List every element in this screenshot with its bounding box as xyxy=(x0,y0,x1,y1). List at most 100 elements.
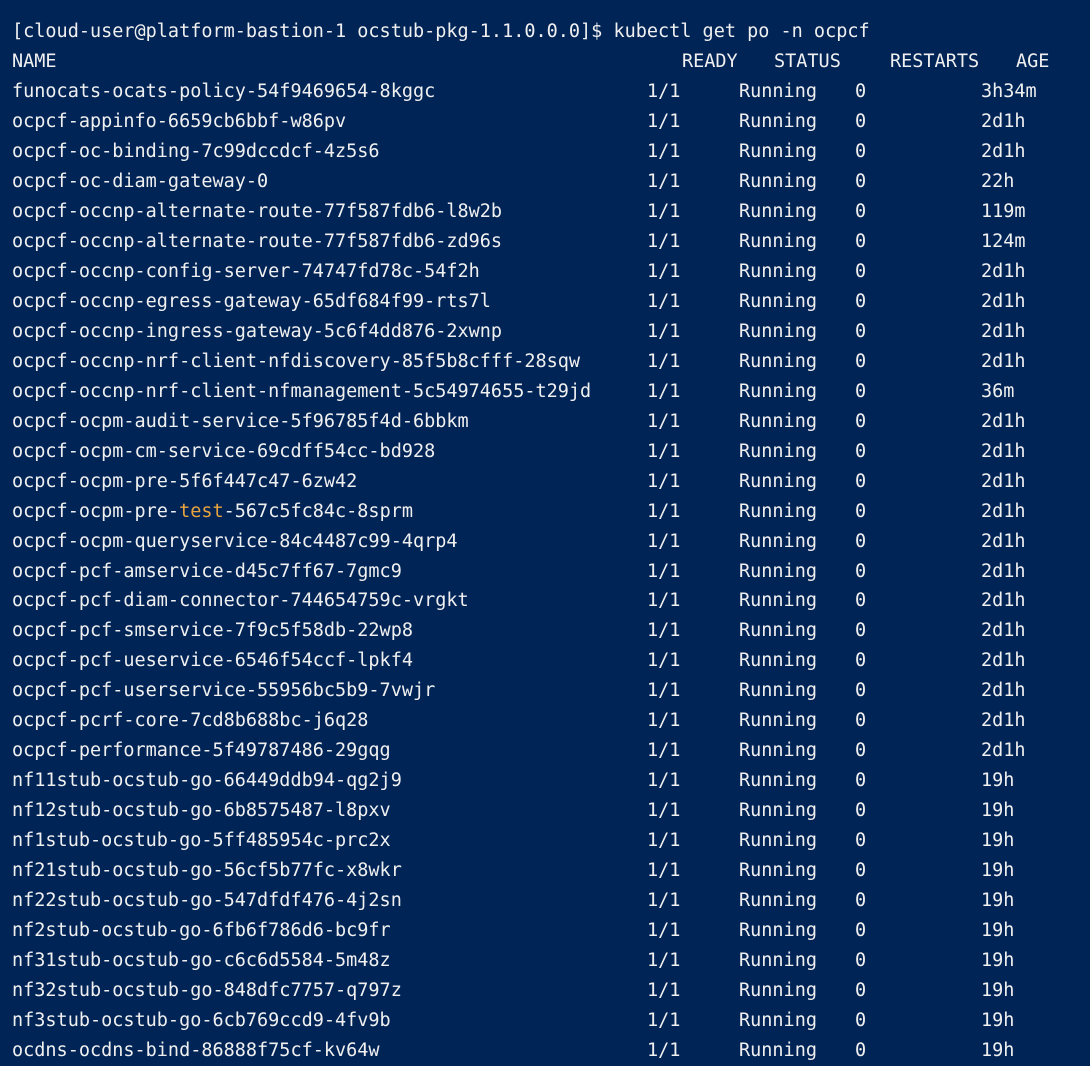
pod-status: Running xyxy=(739,81,817,102)
pod-ready: 1/1 xyxy=(647,770,681,791)
pod-status: Running xyxy=(739,860,817,881)
pod-status: Running xyxy=(739,800,817,821)
pod-status: Running xyxy=(739,561,817,582)
pod-ready: 1/1 xyxy=(647,590,681,611)
pod-ready: 1/1 xyxy=(647,830,681,851)
pod-age: 2d1h xyxy=(981,590,1026,611)
pod-status: Running xyxy=(739,441,817,462)
pod-name: funocats-ocats-policy-54f9469654-8kggc xyxy=(12,81,436,102)
pod-age: 124m xyxy=(981,231,1026,252)
pod-name: ocpcf-ocpm-cm-service-69cdff54cc-bd928 xyxy=(12,441,436,462)
pod-name: nf12stub-ocstub-go-6b8575487-l8pxv xyxy=(12,800,391,821)
pod-restarts: 0 xyxy=(855,590,867,611)
pod-ready: 1/1 xyxy=(647,381,681,402)
pod-status: Running xyxy=(739,890,817,911)
pod-status: Running xyxy=(739,950,817,971)
pod-name: nf11stub-ocstub-go-66449ddb94-qg2j9 xyxy=(12,770,402,791)
pod-ready: 1/1 xyxy=(647,740,681,761)
pod-ready: 1/1 xyxy=(647,171,681,192)
pod-name: ocpcf-ocpm-pre-test-567c5fc84c-8sprm xyxy=(12,497,413,527)
pod-name: ocpcf-occnp-egress-gateway-65df684f99-rt… xyxy=(12,291,491,312)
pod-restarts: 0 xyxy=(855,620,867,641)
pod-restarts: 0 xyxy=(855,650,867,671)
pod-ready: 1/1 xyxy=(647,261,681,282)
pod-status: Running xyxy=(739,1010,817,1031)
pod-status: Running xyxy=(739,201,817,222)
pod-age: 2d1h xyxy=(981,111,1026,132)
pod-age: 19h xyxy=(981,830,1015,851)
pod-name: ocpcf-occnp-nrf-client-nfdiscovery-85f5b… xyxy=(12,351,581,372)
pod-status: Running xyxy=(739,501,817,522)
pod-age: 2d1h xyxy=(981,680,1026,701)
pod-ready: 1/1 xyxy=(647,81,681,102)
header-name: NAME xyxy=(12,51,57,72)
pod-age: 19h xyxy=(981,860,1015,881)
pod-ready: 1/1 xyxy=(647,321,681,342)
terminal-window[interactable]: [cloud-user@platform-bastion-1 ocstub-pk… xyxy=(0,0,1090,1066)
pod-status: Running xyxy=(739,291,817,312)
pod-age: 19h xyxy=(981,920,1015,941)
pod-restarts: 0 xyxy=(855,171,867,192)
pod-ready: 1/1 xyxy=(647,471,681,492)
pod-age: 2d1h xyxy=(981,261,1026,282)
pod-age: 2d1h xyxy=(981,351,1026,372)
pod-age: 2d1h xyxy=(981,441,1026,462)
pod-restarts: 0 xyxy=(855,1040,867,1061)
pod-restarts: 0 xyxy=(855,201,867,222)
pod-status: Running xyxy=(739,381,817,402)
header-age: AGE xyxy=(1016,51,1050,72)
command-prompt: [cloud-user@platform-bastion-1 ocstub-pk… xyxy=(0,17,870,47)
pod-ready: 1/1 xyxy=(647,201,681,222)
pod-age: 36m xyxy=(981,381,1015,402)
pod-name-highlight: test xyxy=(179,501,224,522)
pod-status: Running xyxy=(739,231,817,252)
pod-ready: 1/1 xyxy=(647,620,681,641)
pod-name: ocpcf-occnp-ingress-gateway-5c6f4dd876-2… xyxy=(12,321,503,342)
pod-ready: 1/1 xyxy=(647,950,681,971)
pod-name: nf2stub-ocstub-go-6fb6f786d6-bc9fr xyxy=(12,920,391,941)
pod-age: 2d1h xyxy=(981,531,1026,552)
pod-name: ocpcf-ocpm-pre-5f6f447c47-6zw42 xyxy=(12,471,358,492)
pod-name: ocpcf-pcf-amservice-d45c7ff67-7gmc9 xyxy=(12,561,402,582)
pod-status: Running xyxy=(739,650,817,671)
pod-name: ocpcf-performance-5f49787486-29gqg xyxy=(12,740,391,761)
pod-status: Running xyxy=(739,531,817,552)
pod-restarts: 0 xyxy=(855,950,867,971)
pod-ready: 1/1 xyxy=(647,1040,681,1061)
pod-ready: 1/1 xyxy=(647,531,681,552)
pod-restarts: 0 xyxy=(855,471,867,492)
pod-ready: 1/1 xyxy=(647,411,681,432)
pod-name: ocpcf-pcf-smservice-7f9c5f58db-22wp8 xyxy=(12,620,413,641)
pod-status: Running xyxy=(739,321,817,342)
pod-status: Running xyxy=(739,980,817,1001)
pod-name-part: -567c5fc84c-8sprm xyxy=(223,501,413,522)
pod-name: ocpcf-pcf-ueservice-6546f54ccf-lpkf4 xyxy=(12,650,413,671)
pod-age: 19h xyxy=(981,800,1015,821)
pod-ready: 1/1 xyxy=(647,890,681,911)
pod-ready: 1/1 xyxy=(647,561,681,582)
pod-restarts: 0 xyxy=(855,111,867,132)
pod-name: ocpcf-occnp-alternate-route-77f587fdb6-z… xyxy=(12,231,503,252)
pod-age: 2d1h xyxy=(981,650,1026,671)
pod-ready: 1/1 xyxy=(647,1010,681,1031)
pod-name: ocpcf-ocpm-audit-service-5f96785f4d-6bbk… xyxy=(12,411,469,432)
pod-restarts: 0 xyxy=(855,680,867,701)
pod-name: ocdns-ocdns-bind-86888f75cf-kv64w xyxy=(12,1040,380,1061)
pod-name: ocpcf-ocpm-queryservice-84c4487c99-4qrp4 xyxy=(12,531,458,552)
pod-status: Running xyxy=(739,261,817,282)
pod-restarts: 0 xyxy=(855,141,867,162)
pod-name: ocpcf-occnp-alternate-route-77f587fdb6-l… xyxy=(12,201,503,222)
pod-name: nf22stub-ocstub-go-547dfdf476-4j2sn xyxy=(12,890,402,911)
pod-restarts: 0 xyxy=(855,531,867,552)
pod-status: Running xyxy=(739,830,817,851)
pod-age: 2d1h xyxy=(981,620,1026,641)
pod-status: Running xyxy=(739,920,817,941)
pod-name: ocpcf-appinfo-6659cb6bbf-w86pv xyxy=(12,111,347,132)
pod-ready: 1/1 xyxy=(647,141,681,162)
pod-restarts: 0 xyxy=(855,501,867,522)
pod-status: Running xyxy=(739,351,817,372)
pod-age: 2d1h xyxy=(981,471,1026,492)
pod-age: 2d1h xyxy=(981,561,1026,582)
pod-restarts: 0 xyxy=(855,321,867,342)
pod-restarts: 0 xyxy=(855,740,867,761)
